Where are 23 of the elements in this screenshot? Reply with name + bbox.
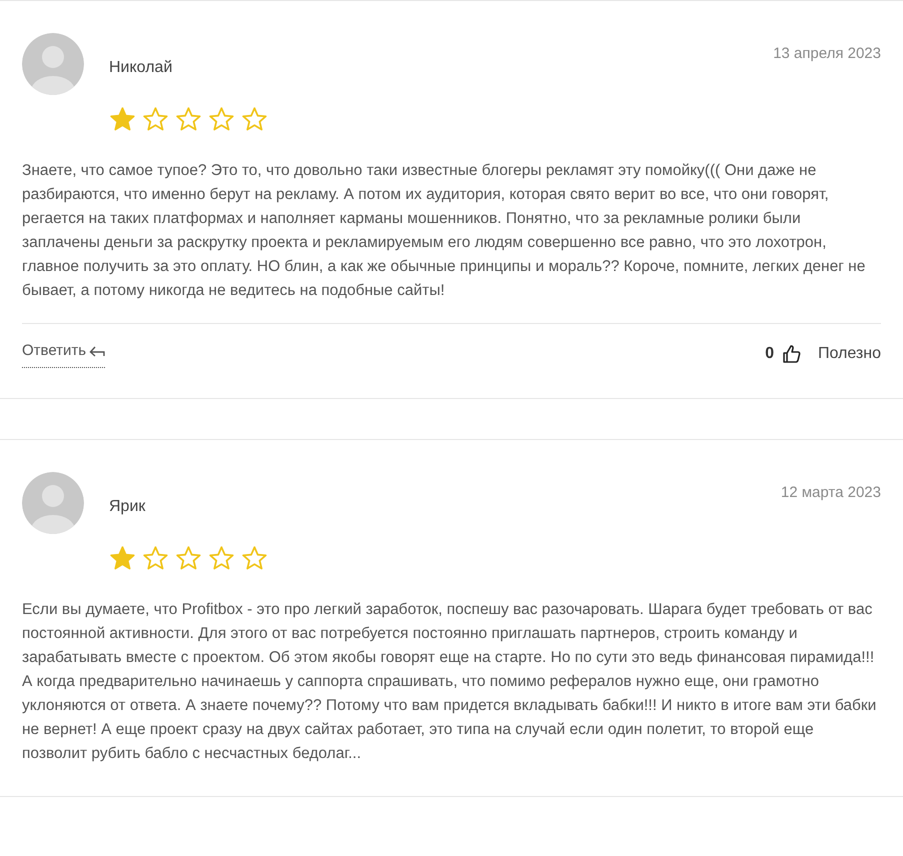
useful-label: Полезно xyxy=(818,344,881,364)
avatar-icon xyxy=(22,472,84,534)
star-icon xyxy=(241,544,268,572)
review-date: 12 марта 2023 xyxy=(780,482,881,502)
likes-count: 0 xyxy=(765,344,774,364)
star-icon xyxy=(142,544,169,572)
reply-link[interactable]: Ответить xyxy=(22,340,106,368)
star-icon xyxy=(175,544,202,572)
star-icon xyxy=(208,106,235,133)
star-icon xyxy=(109,106,136,133)
review-text: Если вы думаете, что Profitbox - это про легкий заработок, поспешу вас разочаровать. Шарага будет требовать от вас постоянной активности. Для этого от вас потребуется постоянно приглашать партнеров, строить команду и зарабатывать вместе с проектом. Об этом якобы говорят еще на старте. Но по сути это ведь финансовая пирамида!!! А когда предварительно начинаешь у саппорта спрашивать, что помимо рефералов нужно еще, они грамотно уклоняются от ответа. А знаете почему?? Потому что вам придется вкладывать бабки!!! И никто в итоге вам эти бабки не вернет! А еще проект сразу на двух сайтах работает, это типа на случай если один полетит, то второй еще позволит рубить бабло с несчастных бедолаг... xyxy=(22,600,878,764)
review-text: Знаете, что самое тупое? Это то, что довольно таки известные блогеры рекламят эту помойку((( Они даже не разбираются, что именно берут на рекламу. А потом их аудитория, которая свято верит во все, что они говорят, регается на таких платформах и наполняет карманы мошенников. Понятно, что за рекламные ролики были заплачены деньги за раскрутку проекта и рекламируемым его людям совершенно все равно, что это лохотрон, главное получить за это оплату. НО блин, а как же обычные принципы и мораль?? Короче, помните, легких денег не бывает, а потому никогда не ведитесь на подобные сайты! xyxy=(22,161,866,301)
star-icon xyxy=(208,544,235,572)
star-icon xyxy=(109,544,136,572)
avatar-icon xyxy=(22,33,84,95)
star-icon xyxy=(241,106,268,133)
star-icon xyxy=(142,106,169,133)
reply-arrow-icon xyxy=(89,345,106,358)
star-icon xyxy=(175,106,202,133)
review-date: 13 апреля 2023 xyxy=(773,44,881,64)
thumbs-up-icon[interactable] xyxy=(782,344,802,364)
author-name: Ярик xyxy=(109,496,146,516)
author-name: Николай xyxy=(109,58,174,78)
